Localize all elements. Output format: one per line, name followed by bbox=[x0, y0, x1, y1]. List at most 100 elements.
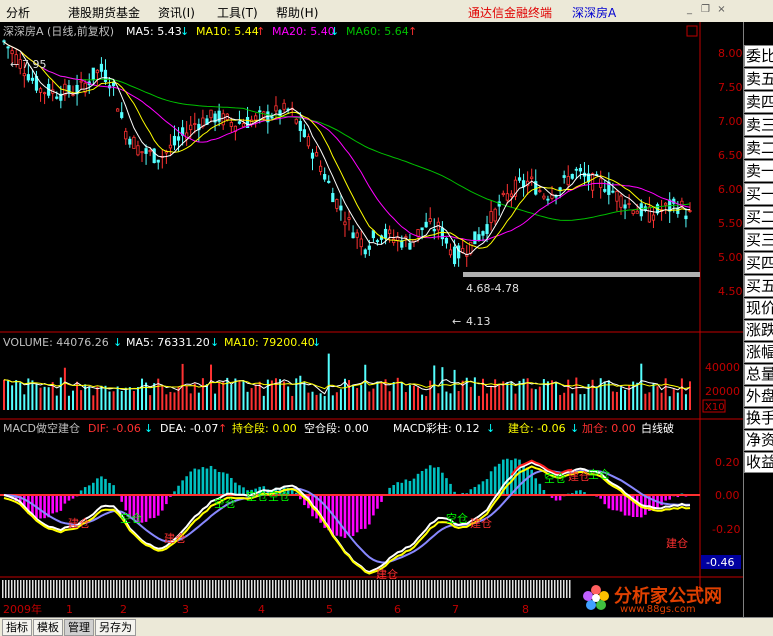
candle-body bbox=[306, 136, 311, 147]
tab-manage[interactable]: 管理 bbox=[64, 619, 94, 636]
range-annotation: 4.68-4.78 bbox=[466, 282, 519, 295]
macd-build-arrow: ↓ bbox=[570, 422, 579, 435]
stripe-tick bbox=[437, 580, 439, 598]
stripe-tick bbox=[446, 580, 448, 598]
volume-bar bbox=[205, 384, 208, 410]
quote-tab[interactable]: 现价 bbox=[744, 298, 773, 319]
quote-tab[interactable]: 收益 bbox=[744, 452, 773, 473]
quote-tab[interactable]: 换手 bbox=[744, 408, 773, 429]
quote-tab[interactable]: 涨幅 bbox=[744, 342, 773, 363]
stripe-tick bbox=[29, 580, 31, 598]
candle-body bbox=[241, 123, 246, 128]
macd-bar bbox=[481, 481, 485, 495]
macd-bar bbox=[92, 482, 95, 495]
quote-tab[interactable]: 买二 bbox=[744, 206, 773, 228]
candle-body bbox=[148, 149, 152, 153]
candle-body bbox=[22, 73, 26, 77]
macd-bar bbox=[148, 495, 152, 519]
quote-tab[interactable]: 卖一 bbox=[744, 160, 773, 182]
menu-hk-futures[interactable]: 港股期货基金 bbox=[68, 4, 140, 21]
volume-bar bbox=[640, 363, 643, 410]
quote-tab[interactable]: 买四 bbox=[744, 252, 773, 274]
volume-bar bbox=[116, 386, 119, 410]
quote-tab[interactable]: 卖五 bbox=[744, 68, 773, 90]
stripe-tick bbox=[119, 580, 121, 598]
volume-bar bbox=[132, 390, 135, 410]
macd-bar bbox=[607, 495, 611, 509]
candle-body bbox=[485, 224, 489, 234]
stripe-tick bbox=[131, 580, 133, 598]
stripe-tick bbox=[38, 580, 40, 598]
stripe-tick bbox=[122, 580, 124, 598]
candle-body bbox=[172, 135, 177, 146]
stripe-tick bbox=[185, 580, 187, 598]
quote-tab[interactable]: 卖二 bbox=[744, 137, 773, 159]
candle-body bbox=[103, 69, 108, 82]
menu-help[interactable]: 帮助(H) bbox=[276, 4, 318, 21]
macd-bar bbox=[489, 471, 493, 495]
stripe-tick bbox=[221, 580, 223, 598]
tab-save-as[interactable]: 另存为 bbox=[95, 619, 136, 636]
stripe-tick bbox=[179, 580, 181, 598]
quote-tab[interactable]: 卖三 bbox=[744, 114, 773, 136]
stripe-tick bbox=[272, 580, 274, 598]
stock-chart[interactable]: 深深房A (日线,前复权) MA5: 5.43 ↓ MA10: 5.44 ↑ M… bbox=[0, 22, 743, 617]
candle-body bbox=[469, 241, 473, 254]
macd-bar bbox=[416, 473, 420, 495]
volume-bar bbox=[189, 393, 192, 410]
ma20-arrow: ↓ bbox=[330, 25, 339, 38]
volume-bar bbox=[222, 382, 225, 410]
macd-bar bbox=[412, 478, 416, 495]
stripe-tick bbox=[269, 580, 271, 598]
volume-bar bbox=[218, 382, 221, 410]
stripe-tick bbox=[419, 580, 421, 598]
stripe-tick bbox=[41, 580, 43, 598]
volume-bar bbox=[250, 388, 253, 410]
quote-tab[interactable]: 买三 bbox=[744, 229, 773, 251]
candle-body bbox=[416, 229, 420, 237]
volume-bar bbox=[120, 391, 123, 410]
quote-tab[interactable]: 卖四 bbox=[744, 91, 773, 113]
quote-tab[interactable]: 涨跌 bbox=[744, 320, 773, 341]
candle-body bbox=[274, 105, 278, 112]
restore-icon[interactable]: ❐ bbox=[699, 3, 712, 16]
quote-tab[interactable]: 净资 bbox=[744, 430, 773, 451]
close-icon[interactable]: × bbox=[715, 3, 728, 16]
minimize-icon[interactable]: _ bbox=[683, 3, 696, 16]
price-tick: 5.50 bbox=[718, 217, 743, 230]
tab-indicator[interactable]: 指标 bbox=[2, 619, 32, 636]
stripe-tick bbox=[206, 580, 208, 598]
stripe-tick bbox=[521, 580, 523, 598]
macd-bar bbox=[376, 495, 379, 509]
candle-body bbox=[95, 69, 99, 74]
volume-bar bbox=[680, 378, 683, 410]
quote-tab[interactable]: 委比 bbox=[744, 45, 773, 67]
tab-template[interactable]: 模板 bbox=[33, 619, 63, 636]
menu-tools[interactable]: 工具(T) bbox=[217, 4, 258, 21]
candle-body bbox=[635, 210, 639, 214]
candle-body bbox=[359, 238, 363, 248]
stripe-tick bbox=[320, 580, 322, 598]
stripe-tick bbox=[461, 580, 463, 598]
volume-bar bbox=[388, 391, 391, 410]
stripe-tick bbox=[20, 580, 22, 598]
menu-info[interactable]: 资讯(I) bbox=[158, 4, 195, 21]
stripe-tick bbox=[407, 580, 409, 598]
macd-bar bbox=[359, 495, 363, 530]
candle-body bbox=[327, 180, 331, 183]
volume-bar bbox=[19, 382, 22, 410]
stripe-tick bbox=[128, 580, 130, 598]
stripe-tick bbox=[569, 580, 571, 598]
stripe-tick bbox=[458, 580, 460, 598]
quote-tab[interactable]: 总量 bbox=[744, 364, 773, 385]
stripe-tick bbox=[566, 580, 568, 598]
macd-bar bbox=[104, 478, 107, 495]
stripe-tick bbox=[35, 580, 37, 598]
menu-analysis[interactable]: 分析 bbox=[6, 4, 30, 21]
stripe-tick bbox=[290, 580, 292, 598]
quote-tab[interactable]: 外盘 bbox=[744, 386, 773, 407]
quote-tab[interactable]: 买五 bbox=[744, 275, 773, 297]
volume-bar bbox=[124, 387, 127, 410]
quote-tab[interactable]: 买一 bbox=[744, 183, 773, 205]
stripe-tick bbox=[434, 580, 436, 598]
